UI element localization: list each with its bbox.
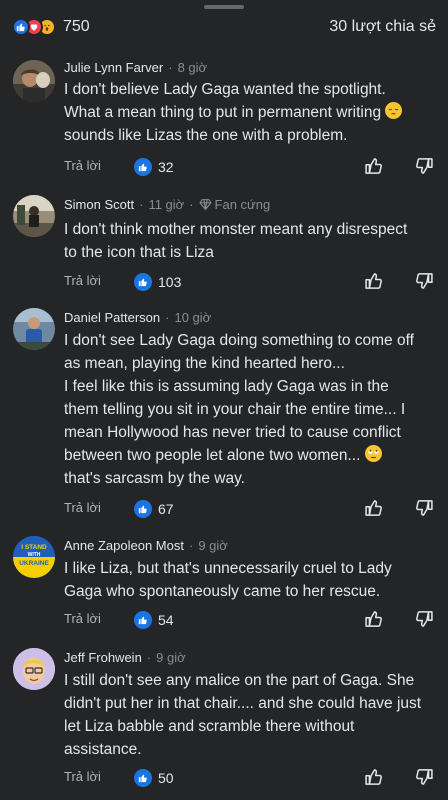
upvote-icon[interactable] [364,767,384,792]
like-count[interactable]: 103 [134,270,181,294]
author-name[interactable]: Daniel Patterson [64,310,160,325]
comment-line: as mean, playing the kind hearted hero..… [64,355,345,372]
avatar[interactable] [13,648,55,690]
pensive-face-icon [385,102,403,119]
author-name[interactable]: Simon Scott [64,197,134,212]
like-badge-icon [134,158,152,176]
avatar[interactable]: I STAND WITH UKRAINE [13,536,55,578]
comment-actions: Trả lời 50 [64,766,436,790]
downvote-icon[interactable] [414,498,434,523]
comment-line: I don't think mother monster meant any d… [64,221,408,238]
comment-line: Gaga who spontaneously came to her rescu… [64,583,381,600]
timestamp: 11 giờ [148,196,185,212]
comment-text: I don't think mother monster meant any d… [64,218,436,264]
reply-button[interactable]: Trả lời [64,500,101,515]
like-count[interactable]: 67 [134,497,174,521]
like-badge-icon [134,273,152,291]
svg-text:I STAND: I STAND [21,544,47,551]
comment-meta: Julie Lynn Farver · 8 giờ [64,58,207,76]
comment-actions: Trả lời 67 [64,497,436,521]
author-name[interactable]: Jeff Frohwein [64,650,142,665]
separator-dot: · [168,59,173,75]
author-name[interactable]: Julie Lynn Farver [64,60,163,75]
comment-line: I feel like this is assuming lady Gaga w… [64,378,389,395]
upvote-icon[interactable] [364,156,384,181]
svg-text:UKRAINE: UKRAINE [19,560,49,567]
comment-line: let Liza babble and scramble there witho… [64,718,355,735]
like-icon [12,18,30,36]
comment-meta: Simon Scott · 11 giờ · Fan cứng [64,195,270,213]
reaction-count: 750 [63,18,90,35]
reply-button[interactable]: Trả lời [64,273,101,288]
timestamp: 10 giờ [174,309,212,325]
like-badge-icon [134,769,152,787]
reactions-header: 750 30 lượt chia sẻ [0,14,448,40]
comment-line: that's sarcasm by the way. [64,470,245,487]
like-count[interactable]: 54 [134,608,174,632]
comment-actions: Trả lời 54 [64,608,436,632]
separator-dot: · [139,196,144,212]
comment-line: to the icon that is Liza [64,244,214,261]
comment-line: I don't believe Lady Gaga wanted the spo… [64,81,386,98]
comment-line: What a mean thing to put in permanent wr… [64,101,436,124]
separator-dot: · [165,309,170,325]
comment-line: them telling you sit in your chair the e… [64,401,406,418]
reply-button[interactable]: Trả lời [64,769,101,784]
comment-line: assistance. [64,741,142,758]
upvote-icon[interactable] [364,609,384,634]
comment-line: mean Hollywood has never tried to cause … [64,424,401,441]
like-badge-icon [134,500,152,518]
eye-roll-face-icon [364,445,382,462]
comment-actions: Trả lời 32 [64,155,436,179]
drag-handle[interactable] [204,5,244,9]
separator-dot: · [188,537,194,553]
comment-line: between two people let alone two women..… [64,444,436,467]
downvote-icon[interactable] [414,609,434,634]
avatar[interactable] [13,308,55,350]
comment-line: I don't see Lady Gaga doing something to… [64,332,414,349]
comment-meta: Daniel Patterson · 10 giờ [64,308,211,326]
upvote-icon[interactable] [364,271,384,296]
like-count[interactable]: 50 [134,766,174,790]
reaction-summary[interactable]: 750 [12,16,90,38]
timestamp: 9 giờ [198,537,228,553]
top-fan-badge: Fan cứng [198,197,270,212]
comment-actions: Trả lời 103 [64,270,436,294]
separator-dot: · [146,649,152,665]
downvote-icon[interactable] [414,767,434,792]
comment-line: didn't put her in that chair.... and she… [64,695,422,712]
svg-text:WITH: WITH [28,552,41,558]
comment-text: I still don't see any malice on the part… [64,669,436,761]
avatar[interactable] [13,195,55,237]
comment-text: I don't believe Lady Gaga wanted the spo… [64,78,436,147]
timestamp: 8 giờ [177,59,208,75]
like-count[interactable]: 32 [134,155,174,179]
comment-meta: Anne Zapoleon Most · 9 giờ [64,536,228,554]
comment-line: I like Liza, but that's unnecessarily cr… [64,560,392,577]
author-name[interactable]: Anne Zapoleon Most [64,538,184,553]
comment-line: sounds like Lizas the one with a problem… [64,127,348,144]
comments-sheet: 750 30 lượt chia sẻ Julie Lynn Farver · … [0,0,448,800]
share-count[interactable]: 30 lượt chia sẻ [329,18,436,36]
comment-meta: Jeff Frohwein · 9 giờ [64,648,186,666]
like-badge-icon [134,611,152,629]
timestamp: 9 giờ [156,649,186,665]
comment-text: I don't see Lady Gaga doing something to… [64,329,436,490]
downvote-icon[interactable] [414,271,434,296]
downvote-icon[interactable] [414,156,434,181]
comment-text: I like Liza, but that's unnecessarily cr… [64,557,436,603]
reply-button[interactable]: Trả lời [64,158,101,173]
reply-button[interactable]: Trả lời [64,611,101,626]
separator-dot: · [189,196,194,212]
avatar[interactable] [13,60,55,102]
upvote-icon[interactable] [364,498,384,523]
comment-line: I still don't see any malice on the part… [64,672,415,689]
diamond-icon [198,198,212,210]
